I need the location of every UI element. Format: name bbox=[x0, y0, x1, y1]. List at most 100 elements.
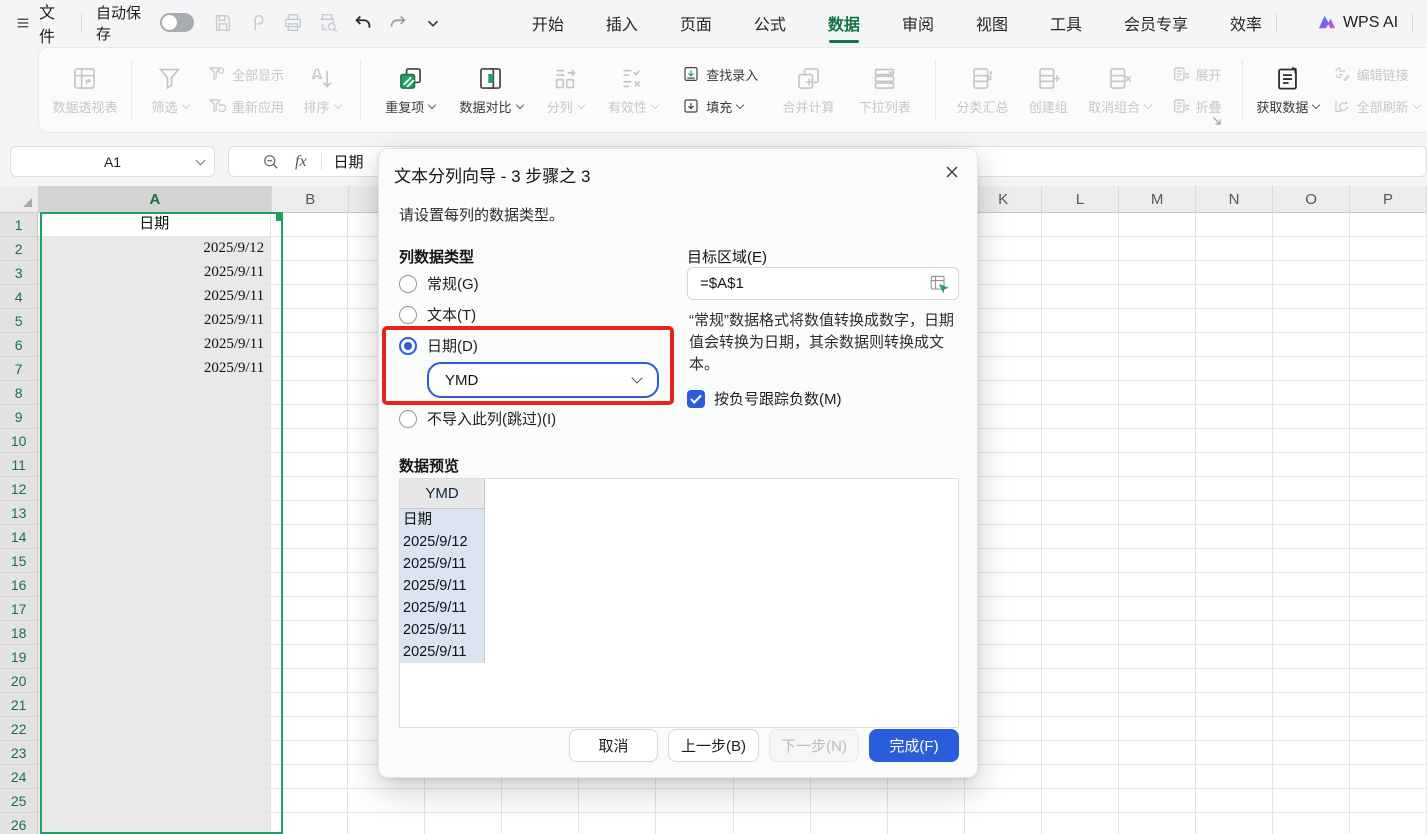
cell-B8[interactable] bbox=[271, 381, 348, 405]
cell-P4[interactable] bbox=[1350, 285, 1427, 309]
cell-N7[interactable] bbox=[1196, 357, 1273, 381]
cell-N21[interactable] bbox=[1196, 693, 1273, 717]
cell-L7[interactable] bbox=[1042, 357, 1119, 381]
cell-L17[interactable] bbox=[1042, 597, 1119, 621]
cell-D25[interactable] bbox=[425, 789, 502, 813]
cell-P22[interactable] bbox=[1350, 717, 1427, 741]
cell-B17[interactable] bbox=[271, 597, 348, 621]
tab-home[interactable]: 开始 bbox=[532, 1, 564, 45]
tab-insert[interactable]: 插入 bbox=[606, 1, 638, 45]
cell-L4[interactable] bbox=[1042, 285, 1119, 309]
cell-B18[interactable] bbox=[271, 621, 348, 645]
cell-A13[interactable] bbox=[38, 501, 271, 525]
cell-O23[interactable] bbox=[1273, 741, 1350, 765]
cell-B5[interactable] bbox=[271, 309, 348, 333]
row-header-26[interactable]: 26 bbox=[0, 813, 38, 834]
cell-L21[interactable] bbox=[1042, 693, 1119, 717]
cell-O16[interactable] bbox=[1273, 573, 1350, 597]
cell-B15[interactable] bbox=[271, 549, 348, 573]
row-header-8[interactable]: 8 bbox=[0, 381, 38, 405]
cell-C25[interactable] bbox=[348, 789, 425, 813]
cell-G25[interactable] bbox=[656, 789, 733, 813]
cell-N9[interactable] bbox=[1196, 405, 1273, 429]
row-header-12[interactable]: 12 bbox=[0, 477, 38, 501]
cell-H26[interactable] bbox=[734, 813, 811, 834]
column-header-O[interactable]: O bbox=[1273, 186, 1350, 213]
cell-N26[interactable] bbox=[1196, 813, 1273, 834]
cell-O17[interactable] bbox=[1273, 597, 1350, 621]
cell-P17[interactable] bbox=[1350, 597, 1427, 621]
cell-O4[interactable] bbox=[1273, 285, 1350, 309]
cell-L13[interactable] bbox=[1042, 501, 1119, 525]
cell-B26[interactable] bbox=[271, 813, 348, 834]
cell-F26[interactable] bbox=[579, 813, 656, 834]
column-header-M[interactable]: M bbox=[1119, 186, 1196, 213]
cell-A3[interactable]: 2025/9/11 bbox=[38, 261, 271, 285]
cell-P19[interactable] bbox=[1350, 645, 1427, 669]
undo-icon[interactable] bbox=[352, 12, 374, 34]
cell-N2[interactable] bbox=[1196, 237, 1273, 261]
cell-B24[interactable] bbox=[271, 765, 348, 789]
cell-P9[interactable] bbox=[1350, 405, 1427, 429]
cell-A18[interactable] bbox=[38, 621, 271, 645]
cell-B2[interactable] bbox=[271, 237, 348, 261]
cell-M25[interactable] bbox=[1119, 789, 1196, 813]
cell-A23[interactable] bbox=[38, 741, 271, 765]
cell-N17[interactable] bbox=[1196, 597, 1273, 621]
data-compare-button[interactable]: 数据对比 bbox=[459, 65, 522, 116]
cell-P14[interactable] bbox=[1350, 525, 1427, 549]
cell-N4[interactable] bbox=[1196, 285, 1273, 309]
cell-B12[interactable] bbox=[271, 477, 348, 501]
cell-M14[interactable] bbox=[1119, 525, 1196, 549]
cell-O11[interactable] bbox=[1273, 453, 1350, 477]
row-header-16[interactable]: 16 bbox=[0, 573, 38, 597]
cell-B6[interactable] bbox=[271, 333, 348, 357]
cell-L15[interactable] bbox=[1042, 549, 1119, 573]
cell-M12[interactable] bbox=[1119, 477, 1196, 501]
cell-E25[interactable] bbox=[502, 789, 579, 813]
cell-P10[interactable] bbox=[1350, 429, 1427, 453]
cell-A9[interactable] bbox=[38, 405, 271, 429]
cell-M23[interactable] bbox=[1119, 741, 1196, 765]
cell-O26[interactable] bbox=[1273, 813, 1350, 834]
cell-N24[interactable] bbox=[1196, 765, 1273, 789]
cell-M15[interactable] bbox=[1119, 549, 1196, 573]
cell-B11[interactable] bbox=[271, 453, 348, 477]
cell-P26[interactable] bbox=[1350, 813, 1427, 834]
cell-O3[interactable] bbox=[1273, 261, 1350, 285]
cell-B25[interactable] bbox=[271, 789, 348, 813]
cell-O15[interactable] bbox=[1273, 549, 1350, 573]
cell-A8[interactable] bbox=[38, 381, 271, 405]
cell-P24[interactable] bbox=[1350, 765, 1427, 789]
preview-column-header[interactable]: YMD bbox=[400, 479, 485, 509]
name-box[interactable]: A1 bbox=[10, 146, 215, 177]
cell-A20[interactable] bbox=[38, 669, 271, 693]
row-header-18[interactable]: 18 bbox=[0, 621, 38, 645]
cell-O19[interactable] bbox=[1273, 645, 1350, 669]
autosave-toggle[interactable] bbox=[160, 13, 194, 32]
cell-A17[interactable] bbox=[38, 597, 271, 621]
cell-L23[interactable] bbox=[1042, 741, 1119, 765]
cell-J25[interactable] bbox=[888, 789, 965, 813]
cell-A19[interactable] bbox=[38, 645, 271, 669]
cell-M9[interactable] bbox=[1119, 405, 1196, 429]
cell-L10[interactable] bbox=[1042, 429, 1119, 453]
cell-L20[interactable] bbox=[1042, 669, 1119, 693]
cell-B1[interactable] bbox=[271, 213, 348, 237]
cell-B13[interactable] bbox=[271, 501, 348, 525]
row-header-7[interactable]: 7 bbox=[0, 357, 38, 381]
row-header-10[interactable]: 10 bbox=[0, 429, 38, 453]
target-range-input[interactable]: =$A$1 bbox=[687, 267, 959, 300]
row-header-1[interactable]: 1 bbox=[0, 213, 38, 237]
cell-P23[interactable] bbox=[1350, 741, 1427, 765]
duplicates-button[interactable]: 重复项 bbox=[385, 65, 435, 116]
cell-M10[interactable] bbox=[1119, 429, 1196, 453]
cell-P15[interactable] bbox=[1350, 549, 1427, 573]
cell-F25[interactable] bbox=[579, 789, 656, 813]
cell-P3[interactable] bbox=[1350, 261, 1427, 285]
cell-N3[interactable] bbox=[1196, 261, 1273, 285]
cell-B9[interactable] bbox=[271, 405, 348, 429]
cell-A24[interactable] bbox=[38, 765, 271, 789]
cell-L11[interactable] bbox=[1042, 453, 1119, 477]
select-all-corner[interactable] bbox=[0, 186, 39, 213]
